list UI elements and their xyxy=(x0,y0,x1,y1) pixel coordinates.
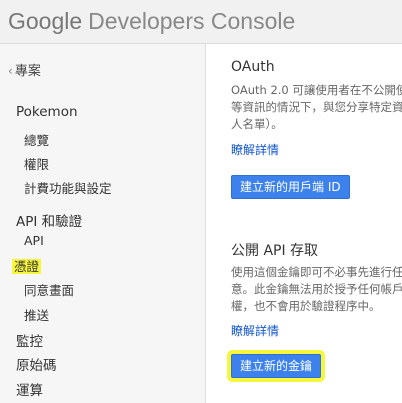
credentials-label: 憑證 xyxy=(12,259,42,274)
create-new-key-button[interactable]: 建立新的金鑰 xyxy=(231,354,322,378)
public-api-desc-line: 權，也不會用於驗證程序中。 xyxy=(231,299,381,313)
oauth-title: OAuth xyxy=(231,59,275,75)
back-to-projects-link[interactable]: ‹ 專案 xyxy=(8,60,41,79)
logo-brand: Google xyxy=(8,8,83,34)
sidebar-api-auth-section[interactable]: API 和驗證 xyxy=(16,210,82,230)
sidebar-item-source-code[interactable]: 原始碼 xyxy=(16,354,57,374)
sidebar-item-billing-settings[interactable]: 計費功能與設定 xyxy=(24,178,112,197)
logo-product: Developers Console xyxy=(88,8,296,34)
public-api-title: 公開 API 存取 xyxy=(231,243,319,259)
sidebar: ‹ 專案 Pokemon 總覽 權限 計費功能與設定 API 和驗證 API 憑證… xyxy=(0,44,206,403)
back-label: 專案 xyxy=(14,64,41,79)
sidebar-item-credentials[interactable]: 憑證 xyxy=(12,256,42,275)
sidebar-item-consent-screen[interactable]: 同意畫面 xyxy=(24,280,74,299)
public-api-description: 使用這個金鑰即可不必事先進行任何使用者同 意。此金鑰無法用於授予任何帳戶的存取權… xyxy=(231,264,402,315)
oauth-desc-line: 人名單）。 xyxy=(231,117,283,131)
sidebar-item-api[interactable]: API xyxy=(24,233,44,248)
sidebar-item-overview[interactable]: 總覽 xyxy=(24,130,49,149)
sidebar-project-name[interactable]: Pokemon xyxy=(16,104,78,120)
oauth-description: OAuth 2.0 可讓使用者在不公開使用者名稱、密碼 等資訊的情況下，與您分享… xyxy=(231,82,402,133)
public-api-learn-more-link[interactable]: 瞭解詳情 xyxy=(231,322,279,339)
create-client-id-button[interactable]: 建立新的用戶端 ID xyxy=(231,175,350,199)
chevron-left-icon: ‹ xyxy=(8,64,13,78)
oauth-learn-more-link[interactable]: 瞭解詳情 xyxy=(231,141,279,158)
public-api-desc-line: 意。此金鑰無法用於授予任何帳戶的存取權 xyxy=(231,282,402,296)
top-header: Google Developers Console xyxy=(0,0,402,44)
sidebar-item-push[interactable]: 推送 xyxy=(24,305,49,324)
oauth-desc-line: OAuth 2.0 可讓使用者在不公開使用者名稱、密碼 xyxy=(231,83,402,97)
oauth-desc-line: 等資訊的情況下，與您分享特定資料（例如聯絡 xyxy=(231,100,402,114)
sidebar-item-monitoring[interactable]: 監控 xyxy=(16,330,43,350)
sidebar-item-compute[interactable]: 運算 xyxy=(16,379,43,399)
console-logo[interactable]: Google Developers Console xyxy=(8,6,295,36)
main-content: OAuth OAuth 2.0 可讓使用者在不公開使用者名稱、密碼 等資訊的情況… xyxy=(218,44,402,403)
public-api-desc-line: 使用這個金鑰即可不必事先進行任何使用者同 xyxy=(231,265,402,279)
sidebar-item-permissions[interactable]: 權限 xyxy=(24,154,49,173)
